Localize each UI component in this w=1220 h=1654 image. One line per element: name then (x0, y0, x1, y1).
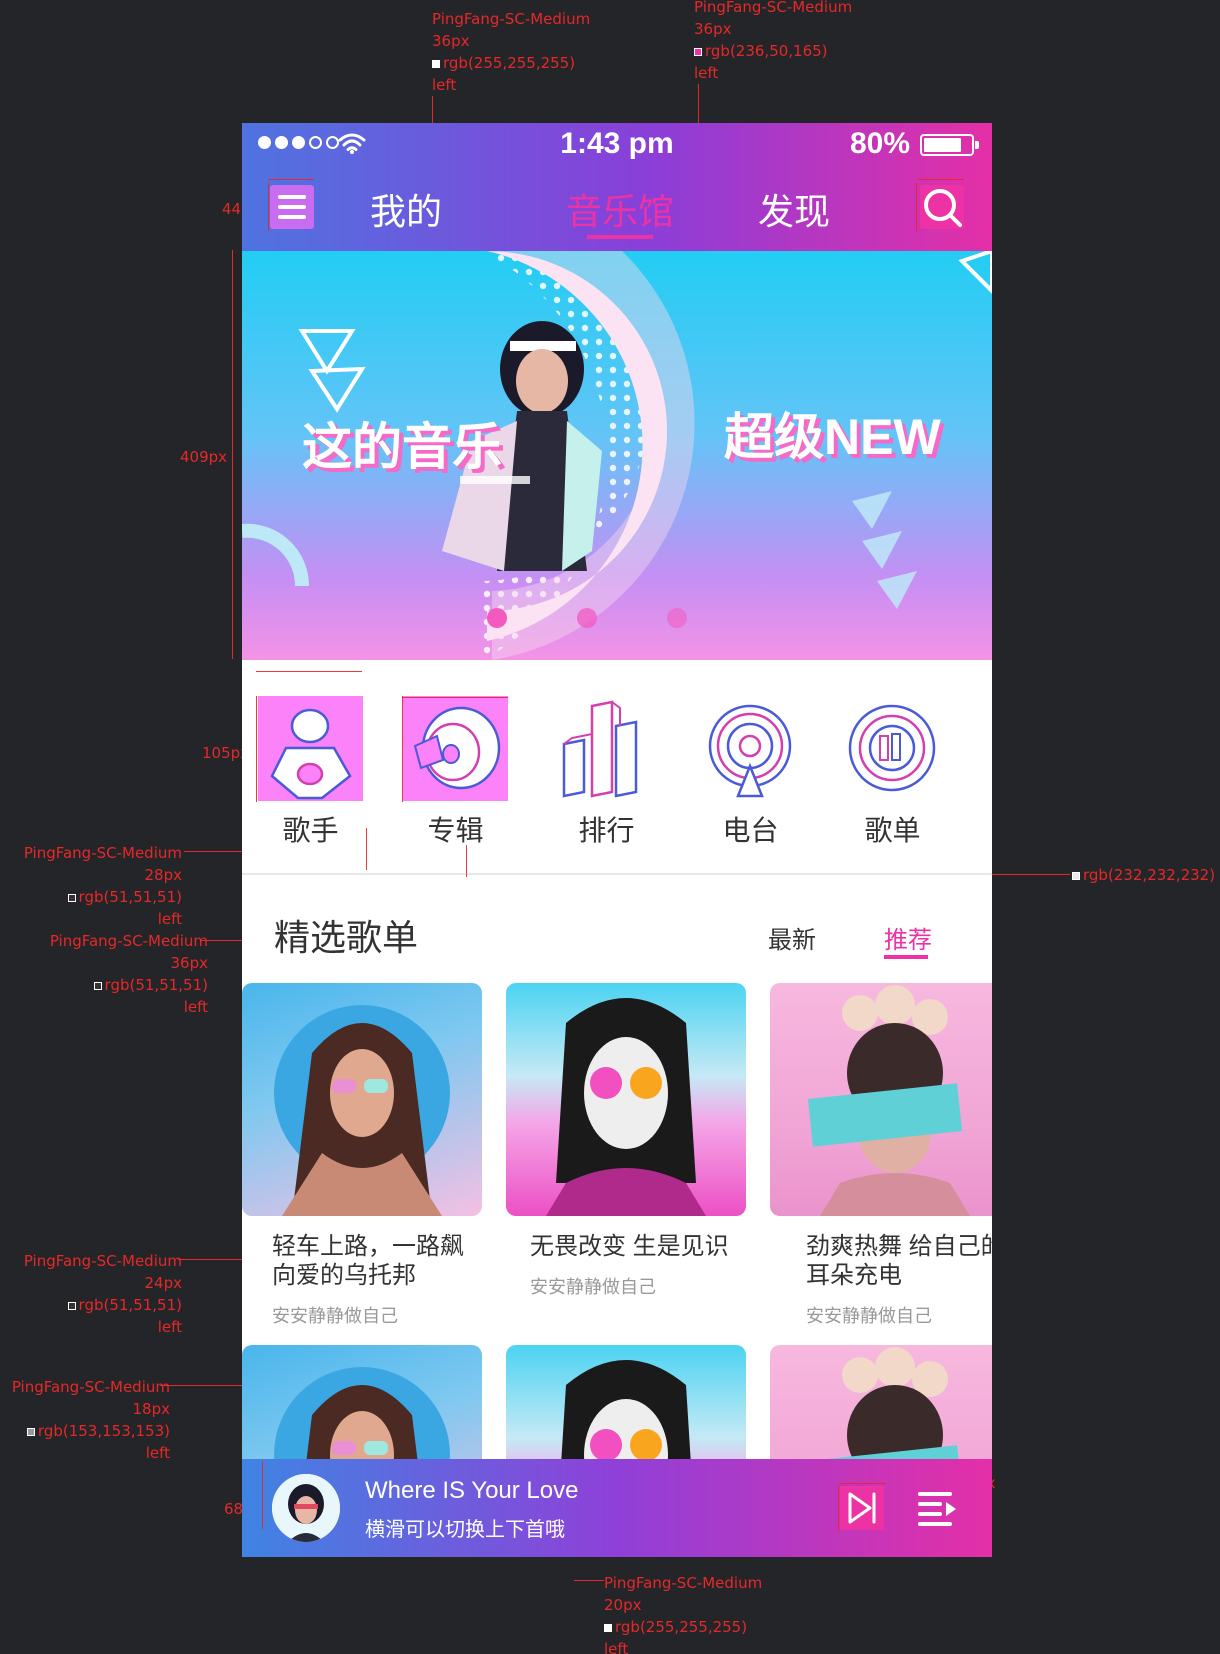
dimension-line (366, 828, 367, 870)
annotation-divider: rgb(232,232,232) (1072, 864, 1215, 886)
battery-icon (920, 134, 979, 156)
menu-icon-bar (278, 195, 306, 199)
annotation-section: PingFang-SC-Medium 36px rgb(51,51,51) le… (49, 932, 208, 1016)
tab-discover[interactable]: 发现 (758, 183, 830, 235)
dimension-line (402, 697, 508, 698)
tab-music-hall[interactable]: 音乐馆 (566, 183, 674, 235)
mini-player[interactable]: Where IS Your Love 横滑可以切换上下首哦 (242, 1459, 992, 1557)
dimension-line (256, 671, 362, 672)
category-label: 歌单 (864, 815, 921, 846)
dimension-line (402, 696, 403, 802)
dimension-line (268, 179, 314, 180)
search-icon (924, 189, 962, 227)
cover-art (807, 985, 970, 1216)
next-track-icon (848, 1492, 876, 1524)
now-playing-avatar (272, 1474, 340, 1542)
annotation-card-title: PingFang-SC-Medium 24px rgb(51,51,51) le… (23, 1252, 182, 1336)
category-playlist[interactable]: 歌单 (840, 696, 945, 849)
playlist-icon (840, 696, 945, 801)
tab-mine[interactable]: 我的 (370, 183, 442, 235)
playlist-card[interactable]: 劲爽热舞 给自己的耳朵充电 安安静静做自己 (770, 983, 992, 1328)
banner-page-dot[interactable] (577, 608, 597, 628)
playlist-subtitle: 安安静静做自己 (806, 1306, 932, 1326)
dimension-line (916, 183, 917, 231)
menu-icon-bar (278, 215, 306, 219)
radio-icon (698, 696, 803, 801)
playlist-card[interactable]: 无畏改变 生是见识 安安静静做自己 (506, 983, 746, 1299)
filter-recommend[interactable]: 推荐 (884, 920, 932, 955)
album-icon (403, 696, 508, 801)
banner-headline-right: 超级NEW (724, 409, 941, 465)
playlist-cover (242, 983, 482, 1216)
now-playing-title: Where IS Your Love (365, 1477, 579, 1504)
tab-active-underline (587, 235, 653, 239)
playlist-card[interactable]: 轻车上路，一路飙向爱的乌托邦 安安静静做自己 (242, 983, 482, 1328)
annotation-card-sub: PingFang-SC-Medium 18px rgb(153,153,153)… (11, 1378, 170, 1462)
battery-nub (975, 141, 979, 149)
banner-headline-left: 这的音乐 (302, 419, 502, 475)
category-label: 专辑 (427, 815, 484, 846)
cover-art (274, 1005, 450, 1216)
dimension-line (256, 696, 257, 802)
ranking-icon (554, 696, 659, 801)
dimension-line (918, 179, 964, 180)
category-label: 电台 (722, 815, 779, 846)
category-label: 歌手 (282, 815, 339, 846)
cover-art (546, 998, 706, 1216)
category-ranking[interactable]: 排行 (554, 696, 659, 849)
menu-icon-bar (278, 205, 306, 209)
dimension-line (232, 250, 233, 659)
dimension-line (838, 1485, 839, 1531)
playlist-subtitle: 安安静静做自己 (530, 1277, 656, 1297)
app-header: 1:43 pm 80% 我的 音乐馆 发现 (242, 123, 992, 251)
next-track-button[interactable] (840, 1486, 884, 1530)
dimension-line (840, 1483, 886, 1484)
hero-banner[interactable]: 这的音乐 超级NEW (242, 251, 992, 660)
status-bar: 1:43 pm 80% (242, 123, 992, 163)
menu-button[interactable] (270, 185, 314, 229)
annotation-top-left: PingFang-SC-Medium 36px rgb(255,255,255)… (432, 10, 591, 94)
now-playing-hint: 横滑可以切换上下首哦 (365, 1519, 565, 1541)
playlist-queue-icon (918, 1492, 956, 1526)
category-singer[interactable]: 歌手 (258, 696, 363, 849)
category-label: 排行 (578, 815, 635, 846)
dimension-label: 409px (180, 448, 228, 466)
category-album[interactable]: 专辑 (403, 696, 508, 849)
playlist-title: 无畏改变 生是见识 (530, 1233, 729, 1260)
playlist-subtitle: 安安静静做自己 (272, 1306, 398, 1326)
filter-latest[interactable]: 最新 (768, 920, 816, 955)
playlist-title: 轻车上路，一路飙向爱的乌托邦 (272, 1233, 464, 1289)
category-row: 歌手 专辑 排行 电台 歌单 (242, 660, 992, 875)
dimension-line (466, 845, 467, 877)
annotation-leader (574, 1580, 604, 1581)
annotation-player-sub: PingFang-SC-Medium 20px rgb(255,255,255)… (604, 1574, 763, 1654)
dimension-line (262, 1461, 263, 1529)
playlist-queue-button[interactable] (916, 1486, 960, 1530)
battery-fill (924, 138, 961, 152)
search-button[interactable] (920, 185, 964, 229)
banner-page-dot[interactable] (667, 608, 687, 628)
playlist-cover (506, 983, 746, 1216)
playlist-title: 劲爽热舞 给自己的耳朵充电 (806, 1233, 992, 1289)
phone-screen: 1:43 pm 80% 我的 音乐馆 发现 这的音乐 超级NEW 歌手 专辑 排… (242, 123, 992, 1557)
playlist-cover (770, 983, 992, 1216)
annotation-top-right: PingFang-SC-Medium 36px rgb(236,50,165) … (694, 0, 853, 82)
filter-active-underline (884, 955, 928, 959)
annotation-cat-label: PingFang-SC-Medium 28px rgb(51,51,51) le… (23, 844, 182, 928)
category-radio[interactable]: 电台 (698, 696, 803, 849)
singer-icon (258, 696, 363, 801)
banner-page-dot[interactable] (487, 608, 507, 628)
section-title: 精选歌单 (274, 917, 419, 958)
battery-percent: 80% (850, 127, 911, 160)
dimension-line (268, 183, 269, 231)
